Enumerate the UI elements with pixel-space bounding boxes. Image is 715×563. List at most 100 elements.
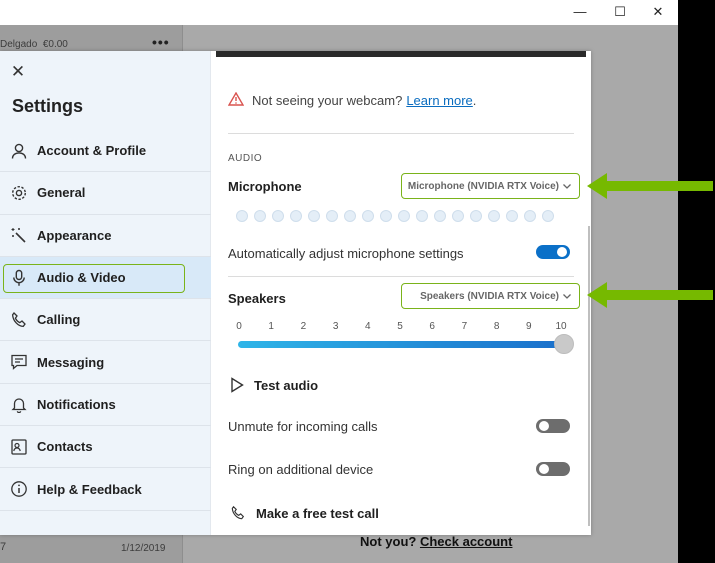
nav-item-label: Contacts (37, 439, 93, 455)
webcam-warning: Not seeing your webcam? Learn more. (227, 91, 476, 109)
window-titlebar: — ☐ ✕ (0, 0, 678, 25)
mic-level-dot (272, 210, 284, 222)
volume-tick-label: 6 (429, 321, 435, 332)
speaker-volume-slider-track[interactable] (238, 341, 564, 348)
check-account-link[interactable]: Check account (420, 534, 512, 549)
mic-level-dot (326, 210, 338, 222)
mic-level-dot (380, 210, 392, 222)
toggle-knob (557, 247, 567, 257)
mic-level-dot (524, 210, 536, 222)
speaker-volume-slider-thumb[interactable] (554, 334, 574, 354)
mic-level-dot (416, 210, 428, 222)
mic-level-dot (398, 210, 410, 222)
toggle-knob (539, 464, 549, 474)
free-test-call-label: Make a free test call (256, 505, 379, 521)
unmute-incoming-label: Unmute for incoming calls (228, 419, 378, 434)
background-date: 1/12/2019 (121, 543, 166, 554)
nav-item-account-profile[interactable]: Account & Profile (0, 130, 211, 173)
mic-level-dot (236, 210, 248, 222)
person-icon (9, 141, 29, 161)
mic-level-dot (308, 210, 320, 222)
nav-item-appearance[interactable]: Appearance (0, 215, 211, 257)
test-audio-button[interactable]: Test audio (230, 377, 318, 393)
volume-tick-label: 0 (236, 321, 242, 332)
active-highlight (3, 263, 185, 293)
mic-level-dot (542, 210, 554, 222)
auto-adjust-toggle[interactable] (536, 245, 570, 259)
play-icon (230, 377, 244, 393)
ring-additional-label: Ring on additional device (228, 462, 374, 477)
auto-adjust-label: Automatically adjust microphone settings (228, 246, 464, 261)
volume-tick-label: 5 (397, 321, 403, 332)
settings-sidebar: ✕ Settings Account & Profile General App… (0, 51, 211, 535)
mic-level-dot (506, 210, 518, 222)
audio-video-panel: Not seeing your webcam? Learn more. AUDI… (212, 51, 591, 535)
free-test-call-button[interactable]: Make a free test call (230, 505, 379, 521)
more-options-icon: ••• (152, 34, 170, 50)
microphone-level-meter (236, 210, 554, 222)
minimize-button[interactable]: — (570, 3, 590, 21)
nav-item-label: Account & Profile (37, 143, 147, 159)
unmute-incoming-toggle[interactable] (536, 419, 570, 433)
close-icon[interactable]: ✕ (9, 63, 27, 81)
ring-additional-toggle[interactable] (536, 462, 570, 476)
chat-icon (9, 352, 29, 372)
settings-dialog: ✕ Settings Account & Profile General App… (0, 51, 591, 535)
volume-tick-label: 1 (268, 321, 274, 332)
divider (228, 276, 574, 277)
volume-tick-label: 4 (365, 321, 371, 332)
warning-icon (227, 91, 245, 109)
volume-tick-label: 7 (461, 321, 468, 332)
mic-level-dot (362, 210, 374, 222)
info-icon (9, 479, 29, 499)
close-window-button[interactable]: ✕ (648, 3, 668, 21)
speakers-device-value: Speakers (NVIDIA RTX Voice) (420, 290, 559, 302)
nav-item-general[interactable]: General (0, 172, 211, 215)
annotation-arrow-speakers (587, 282, 713, 308)
chevron-down-icon (562, 181, 572, 194)
nav-item-audio-video[interactable]: Audio & Video (0, 256, 211, 300)
contact-card-icon (9, 437, 29, 457)
volume-tick-label: 2 (300, 321, 307, 332)
volume-tick-label: 8 (493, 321, 500, 332)
audio-section-label: AUDIO (228, 153, 263, 164)
maximize-button[interactable]: ☐ (610, 3, 630, 21)
learn-more-link[interactable]: Learn more (406, 93, 472, 108)
nav-item-label: Appearance (37, 227, 112, 243)
nav-item-messaging[interactable]: Messaging (0, 341, 211, 384)
volume-tick-labels: 0 1 2 3 4 5 6 7 8 9 10 (233, 321, 569, 333)
background-number: 7 (0, 541, 7, 553)
gear-icon (9, 183, 29, 203)
mic-level-dot (488, 210, 500, 222)
nav-item-label: Messaging (37, 354, 105, 370)
annotation-arrow-microphone (587, 173, 713, 199)
nav-item-notifications[interactable]: Notifications (0, 384, 211, 427)
mic-level-dot (344, 210, 356, 222)
nav-item-help-feedback[interactable]: Help & Feedback (0, 468, 211, 511)
panel-scrollbar[interactable] (588, 226, 590, 526)
speakers-dropdown[interactable]: Speakers (NVIDIA RTX Voice) (401, 283, 580, 309)
background-contact-entry: Delgado €0.00 (0, 39, 68, 50)
nav-item-calling[interactable]: Calling (0, 299, 211, 342)
mic-level-dot (290, 210, 302, 222)
mic-level-dot (434, 210, 446, 222)
settings-title: Settings (12, 96, 84, 116)
bell-icon (9, 394, 29, 414)
phone-icon (230, 505, 246, 521)
test-audio-label: Test audio (254, 377, 319, 393)
nav-item-label: Notifications (37, 396, 116, 412)
chevron-down-icon (562, 291, 572, 304)
nav-item-label: Calling (37, 312, 81, 328)
webcam-warning-text: Not seeing your webcam? (252, 93, 403, 108)
mic-level-dot (254, 210, 266, 222)
nav-item-contacts[interactable]: Contacts (0, 426, 211, 469)
toggle-knob (539, 421, 549, 431)
volume-tick-label: 3 (332, 321, 339, 332)
volume-tick-label: 10 (555, 321, 567, 332)
not-you-prompt: Not you? Check account (360, 534, 513, 549)
nav-item-label: Help & Feedback (37, 481, 142, 497)
microphone-label: Microphone (228, 179, 302, 194)
magic-wand-icon (9, 225, 29, 245)
divider (228, 133, 574, 134)
microphone-dropdown[interactable]: Microphone (NVIDIA RTX Voice) (401, 173, 580, 199)
